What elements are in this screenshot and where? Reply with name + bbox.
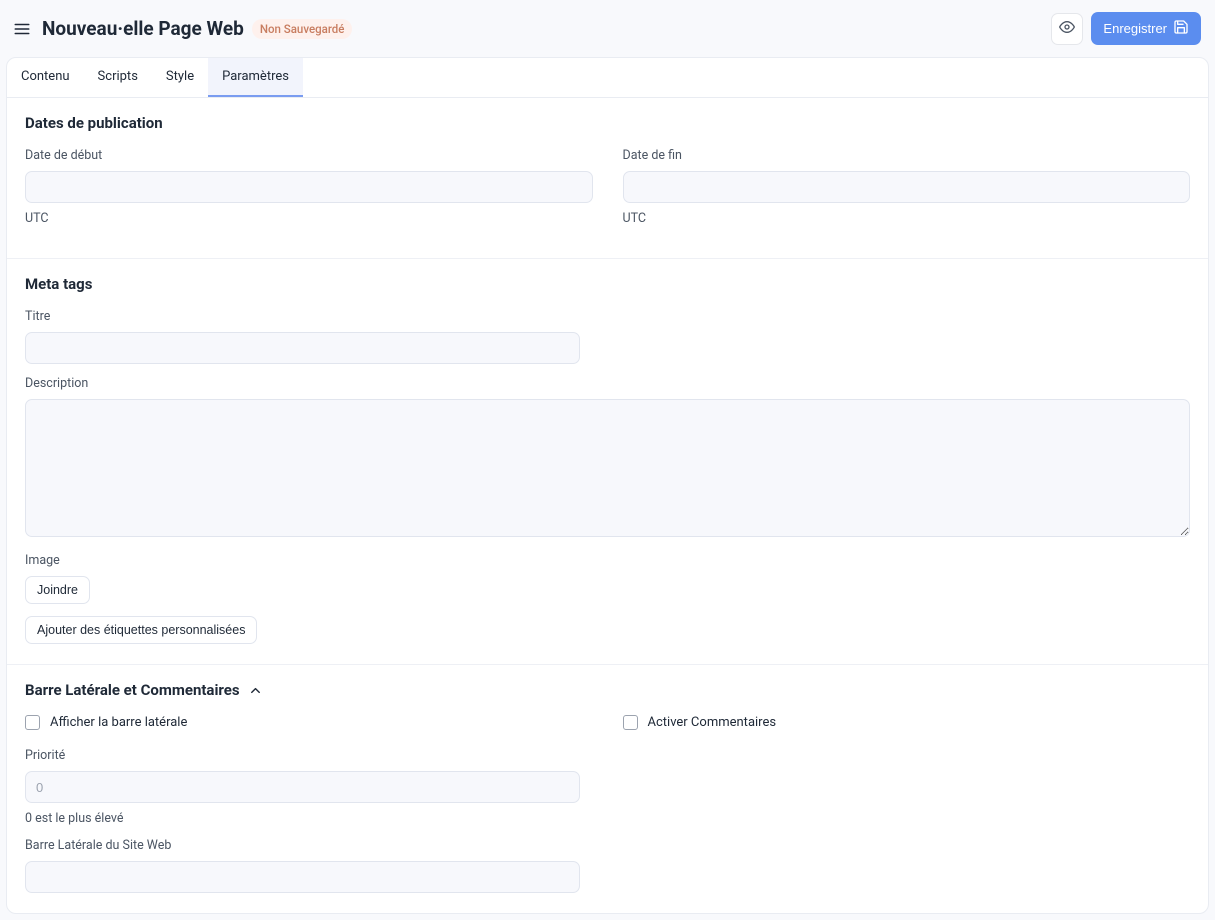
add-custom-tags-button[interactable]: Ajouter des étiquettes personnalisées [25,616,257,644]
save-button[interactable]: Enregistrer [1091,12,1201,45]
priority-hint: 0 est le plus élevé [25,811,1190,826]
eye-icon [1059,19,1075,38]
header-right: Enregistrer [1051,12,1201,45]
enable-comments-checkbox[interactable] [623,715,638,730]
website-sidebar-input[interactable] [25,861,580,893]
header-left: Nouveau·elle Page Web Non Sauvegardé [10,17,352,41]
tabs: Contenu Scripts Style Paramètres [7,58,1208,98]
end-date-label: Date de fin [623,148,1191,163]
end-date-hint: UTC [623,211,1191,226]
start-date-input[interactable] [25,171,593,203]
section-publication-dates: Dates de publication Date de début UTC D… [7,98,1208,259]
start-date-hint: UTC [25,211,593,226]
end-date-input[interactable] [623,171,1191,203]
meta-description-textarea[interactable] [25,399,1190,537]
meta-title-input[interactable] [25,332,580,364]
attach-button[interactable]: Joindre [25,576,90,604]
tab-style[interactable]: Style [152,58,208,97]
priority-input[interactable] [25,771,580,803]
save-icon [1173,19,1189,38]
tab-scripts[interactable]: Scripts [84,58,152,97]
show-sidebar-label: Afficher la barre latérale [50,715,187,730]
section-meta-tags: Meta tags Titre Description Image Joindr… [7,259,1208,665]
section-title-meta: Meta tags [25,275,1190,293]
show-sidebar-checkbox[interactable] [25,715,40,730]
status-badge: Non Sauvegardé [252,19,353,39]
tab-content[interactable]: Contenu [7,58,84,97]
menu-icon[interactable] [10,17,34,41]
preview-button[interactable] [1051,13,1083,45]
section-sidebar-comments: Barre Latérale et Commentaires Afficher … [7,665,1208,913]
section-title-sidebar: Barre Latérale et Commentaires [25,681,1190,699]
tab-settings[interactable]: Paramètres [208,58,303,97]
enable-comments-label: Activer Commentaires [648,715,777,730]
page-header: Nouveau·elle Page Web Non Sauvegardé Enr… [6,6,1209,57]
save-button-label: Enregistrer [1103,21,1167,36]
section-title-publication: Dates de publication [25,114,1190,132]
content-card: Contenu Scripts Style Paramètres Dates d… [6,57,1209,914]
chevron-up-icon[interactable] [248,683,263,698]
meta-description-label: Description [25,376,1190,391]
website-sidebar-label: Barre Latérale du Site Web [25,838,1190,853]
priority-label: Priorité [25,748,1190,763]
page-title: Nouveau·elle Page Web [42,17,244,40]
meta-image-label: Image [25,553,1190,568]
start-date-label: Date de début [25,148,593,163]
meta-title-label: Titre [25,309,1190,324]
section-title-sidebar-label: Barre Latérale et Commentaires [25,681,240,699]
